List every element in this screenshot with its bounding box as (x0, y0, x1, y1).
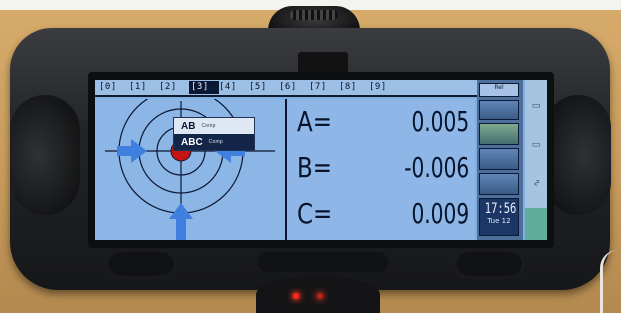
tab-3[interactable]: [3] (189, 81, 219, 94)
reading-row-c: C= 0.009 (287, 193, 475, 233)
side-button-3[interactable] (479, 148, 519, 170)
reading-value-b: -0.006 (404, 150, 469, 184)
readings-panel: A= 0.005 B= -0.006 C= 0.009 (287, 99, 475, 240)
dropdown-item-ab[interactable]: AB Comp (174, 118, 254, 134)
display-screen: [0] [1] [2] [3] [4] [5] [6] [7] [8] [9] (95, 80, 547, 240)
dropdown-item-abc[interactable]: ABC Comp (174, 134, 254, 150)
tab-7[interactable]: [7] (309, 81, 339, 94)
reading-label-b: B= (297, 150, 332, 184)
alignment-view: AB Comp ABC Comp (95, 99, 285, 240)
reading-value-a: 0.005 (411, 104, 469, 138)
clock-display: 17:56 Tue 12 (479, 198, 519, 236)
left-side-grip (10, 95, 80, 215)
tab-1[interactable]: [1] (129, 81, 159, 94)
reading-label-a: A= (297, 104, 332, 138)
clock-time: 17:56 (484, 201, 517, 217)
side-button-2[interactable] (479, 123, 519, 145)
comp-mode-dropdown[interactable]: AB Comp ABC Comp (173, 117, 255, 151)
side-button-4[interactable] (479, 173, 519, 195)
tab-0[interactable]: [0] (99, 81, 129, 94)
wave-icon[interactable]: ∿ (531, 179, 541, 187)
reading-value-c: 0.009 (411, 196, 469, 230)
right-side-grip (545, 95, 611, 215)
edge-icon-1[interactable]: ▭ (531, 101, 541, 111)
channel-tab-bar: [0] [1] [2] [3] [4] [5] [6] [7] [8] [9] (95, 80, 483, 97)
up-arrow-icon (169, 203, 193, 240)
rel-button[interactable]: Rel (479, 83, 519, 97)
reading-row-b: B= -0.006 (287, 147, 475, 187)
status-led-secondary-icon (317, 293, 323, 299)
brand-logo (302, 258, 346, 268)
tab-6[interactable]: [6] (279, 81, 309, 94)
tab-8[interactable]: [8] (339, 81, 369, 94)
edge-bottom-button[interactable] (525, 208, 547, 240)
cable (600, 250, 618, 313)
side-button-1[interactable] (479, 100, 519, 120)
tab-5[interactable]: [5] (249, 81, 279, 94)
model-label-plate (298, 52, 348, 74)
left-lower-button[interactable] (106, 250, 176, 278)
side-button-column: Rel 17:56 Tue 12 (477, 80, 523, 240)
status-led-icon (293, 293, 299, 299)
edge-icon-2[interactable]: ▭ (531, 140, 541, 150)
tab-4[interactable]: [4] (219, 81, 249, 94)
reading-row-a: A= 0.005 (287, 101, 475, 141)
right-lower-button[interactable] (454, 250, 524, 278)
reading-label-c: C= (297, 196, 333, 230)
tab-9[interactable]: [9] (369, 81, 399, 94)
clock-date: Tue 12 (487, 217, 511, 225)
tab-2[interactable]: [2] (159, 81, 189, 94)
left-arrow-icon (117, 139, 147, 163)
